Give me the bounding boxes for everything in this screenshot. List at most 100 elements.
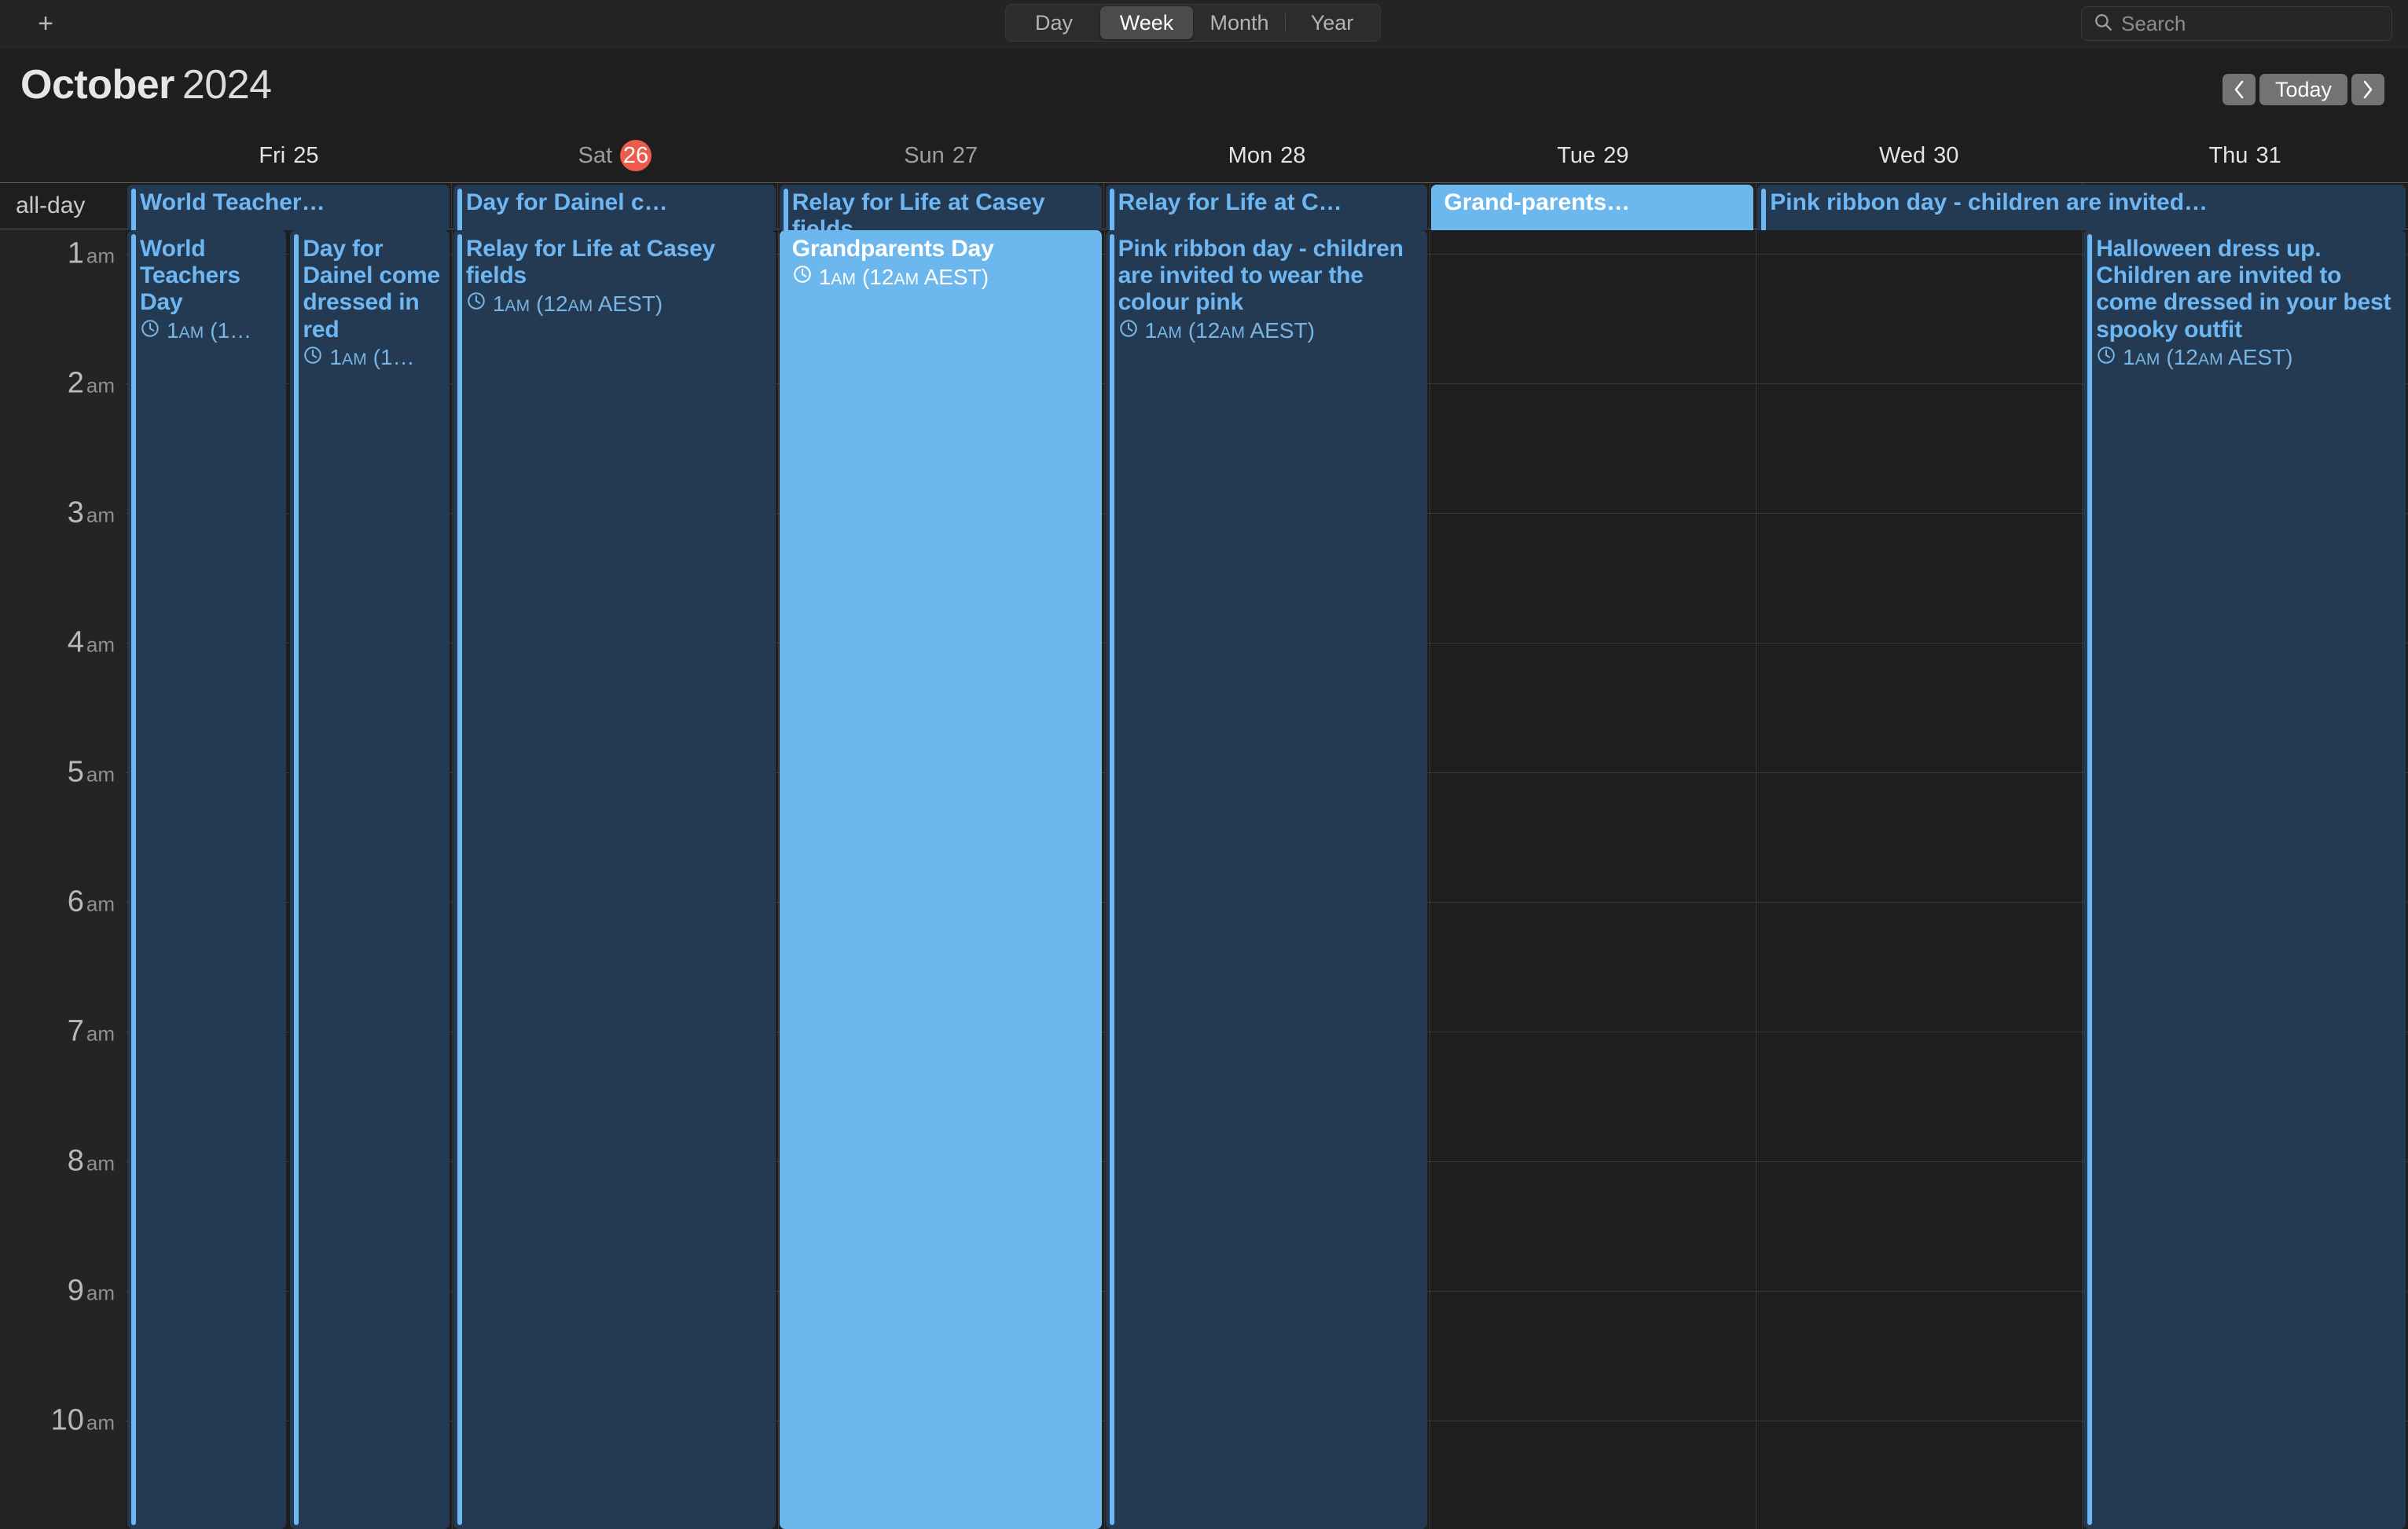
hour-gutter: 12am1am2am3am4am5am6am7am8am9am10am xyxy=(0,230,126,1529)
add-event-button[interactable]: + xyxy=(28,6,63,41)
view-segmented-control[interactable]: DayWeekMonthYear xyxy=(1005,4,1381,42)
event-time: 1AM (12AM AEST) xyxy=(1118,318,1420,344)
event-title: Grandparents Day xyxy=(792,236,1094,262)
all-day-label: all-day xyxy=(16,192,85,219)
day-name: Thu xyxy=(2208,143,2248,169)
search-icon xyxy=(2093,12,2113,36)
hour-suffix: am xyxy=(86,374,115,398)
calendar-event[interactable]: World Teachers Day1AM (1… xyxy=(127,230,286,1529)
event-title: Pink ribbon day - children are invited t… xyxy=(1118,236,1420,317)
page-title: October2024 xyxy=(20,61,272,108)
title-month: October xyxy=(20,62,174,108)
event-time-text: 1AM (12AM AEST) xyxy=(493,292,663,317)
hour-label-5am: 5am xyxy=(68,756,115,790)
hour-label-9am: 9am xyxy=(68,1274,115,1308)
hour-suffix: am xyxy=(86,763,115,786)
event-time: 1AM (12AM AEST) xyxy=(2096,345,2398,371)
hour-suffix: am xyxy=(86,893,115,916)
event-time: 1AM (12AM AEST) xyxy=(466,291,768,317)
hour-label-10am: 10am xyxy=(51,1404,115,1438)
day-header-sat-26[interactable]: Sat 26 xyxy=(452,132,778,182)
day-name: Mon xyxy=(1228,143,1272,169)
hour-suffix: am xyxy=(86,1282,115,1305)
day-header-tue-29[interactable]: Tue29 xyxy=(1430,132,1756,182)
event-time-text: 1AM (12AM AEST) xyxy=(2123,345,2292,370)
event-time-text: 1AM (1… xyxy=(329,345,414,370)
event-title: Day for Dainel come dressed in red xyxy=(303,236,441,343)
clock-icon xyxy=(466,291,486,317)
day-number: 31 xyxy=(2256,143,2281,169)
hour-suffix: am xyxy=(86,1152,115,1175)
hour-number: 10 xyxy=(51,1404,84,1437)
view-tab-year[interactable]: Year xyxy=(1286,6,1378,39)
day-number: 28 xyxy=(1280,143,1305,169)
day-column-divider xyxy=(1104,230,1105,1529)
event-title: Halloween dress up. Children are invited… xyxy=(2096,236,2398,343)
date-navigation: Today xyxy=(2223,74,2384,105)
clock-icon xyxy=(140,318,160,344)
event-time-text: 1AM (12AM AEST) xyxy=(819,265,989,290)
day-header-cells: Fri 25 Sat 26 Sun27 Mon 28 Tue29Wed30 Thu 31 xyxy=(126,132,2408,182)
calendar-event[interactable]: Halloween dress up. Children are invited… xyxy=(2083,230,2406,1529)
all-day-band: all-day World Teacher…Day for Dainel c…R… xyxy=(0,182,2408,229)
clock-icon xyxy=(1118,318,1139,344)
hour-label-1am: 1am xyxy=(68,237,115,271)
title-year: 2024 xyxy=(182,62,272,108)
all-day-columns: World Teacher…Day for Dainel c…Relay for… xyxy=(126,183,2408,229)
day-column-divider xyxy=(452,230,453,1529)
hour-suffix: am xyxy=(86,633,115,657)
view-tab-month[interactable]: Month xyxy=(1193,6,1286,39)
clock-icon xyxy=(2096,345,2116,371)
clock-icon xyxy=(792,264,813,290)
hour-number: 2 xyxy=(68,367,84,400)
search-field[interactable]: Search xyxy=(2081,6,2392,41)
events-canvas[interactable]: World Teachers Day1AM (1…Day for Dainel … xyxy=(126,230,2408,1529)
day-name: Fri xyxy=(259,143,285,169)
hour-label-8am: 8am xyxy=(68,1145,115,1179)
hour-suffix: am xyxy=(86,504,115,527)
day-header-mon-28[interactable]: Mon 28 xyxy=(1104,132,1430,182)
clock-icon xyxy=(303,345,323,371)
day-header-wed-30[interactable]: Wed30 xyxy=(1756,132,2082,182)
day-number: 29 xyxy=(1603,143,1628,169)
view-tab-day[interactable]: Day xyxy=(1008,6,1100,39)
view-tab-week[interactable]: Week xyxy=(1100,6,1193,39)
event-title: Relay for Life at Casey fields xyxy=(466,236,768,289)
hour-label-7am: 7am xyxy=(68,1015,115,1049)
hour-number: 8 xyxy=(68,1145,84,1178)
event-time: 1AM (1… xyxy=(140,318,278,344)
hour-label-2am: 2am xyxy=(68,367,115,401)
event-time-text: 1AM (12AM AEST) xyxy=(1145,318,1315,343)
calendar-event[interactable]: Day for Dainel come dressed in red1AM (1… xyxy=(290,230,449,1529)
hour-number: 5 xyxy=(68,756,84,789)
day-header-sun-27[interactable]: Sun27 xyxy=(778,132,1104,182)
hour-number: 1 xyxy=(68,237,84,270)
hour-number: 3 xyxy=(68,497,84,530)
day-number-today: 26 xyxy=(620,140,652,171)
day-header-gutter xyxy=(0,132,126,182)
day-number: 25 xyxy=(293,143,318,169)
event-title: World Teachers Day xyxy=(140,236,278,317)
day-header-thu-31[interactable]: Thu 31 xyxy=(2082,132,2408,182)
calendar-event[interactable]: Pink ribbon day - children are invited t… xyxy=(1106,230,1428,1529)
calendar-event[interactable]: Relay for Life at Casey fields 1AM (12AM … xyxy=(453,230,776,1529)
hour-label-3am: 3am xyxy=(68,497,115,530)
day-header-row: Fri 25 Sat 26 Sun27 Mon 28 Tue29Wed30 Thu 31 xyxy=(0,132,2408,182)
time-grid[interactable]: 12am1am2am3am4am5am6am7am8am9am10am Worl… xyxy=(0,230,2408,1529)
calendar-event[interactable]: Grandparents Day 1AM (12AM AEST) xyxy=(780,230,1102,1529)
day-name: Sat xyxy=(578,143,613,169)
day-number: 30 xyxy=(1933,143,1958,169)
day-column-divider xyxy=(778,230,779,1529)
day-header-fri-25[interactable]: Fri 25 xyxy=(126,132,452,182)
previous-week-button[interactable] xyxy=(2223,74,2256,105)
hour-suffix: am xyxy=(86,1411,115,1435)
toolbar: + DayWeekMonthYear Search xyxy=(0,0,2408,49)
hour-number: 7 xyxy=(68,1015,84,1048)
next-week-button[interactable] xyxy=(2351,74,2384,105)
search-placeholder: Search xyxy=(2121,12,2186,36)
day-number: 27 xyxy=(953,143,978,169)
hour-suffix: am xyxy=(86,1022,115,1046)
hour-number: 4 xyxy=(68,626,84,659)
today-button[interactable]: Today xyxy=(2259,74,2347,105)
hour-suffix: am xyxy=(86,244,115,268)
